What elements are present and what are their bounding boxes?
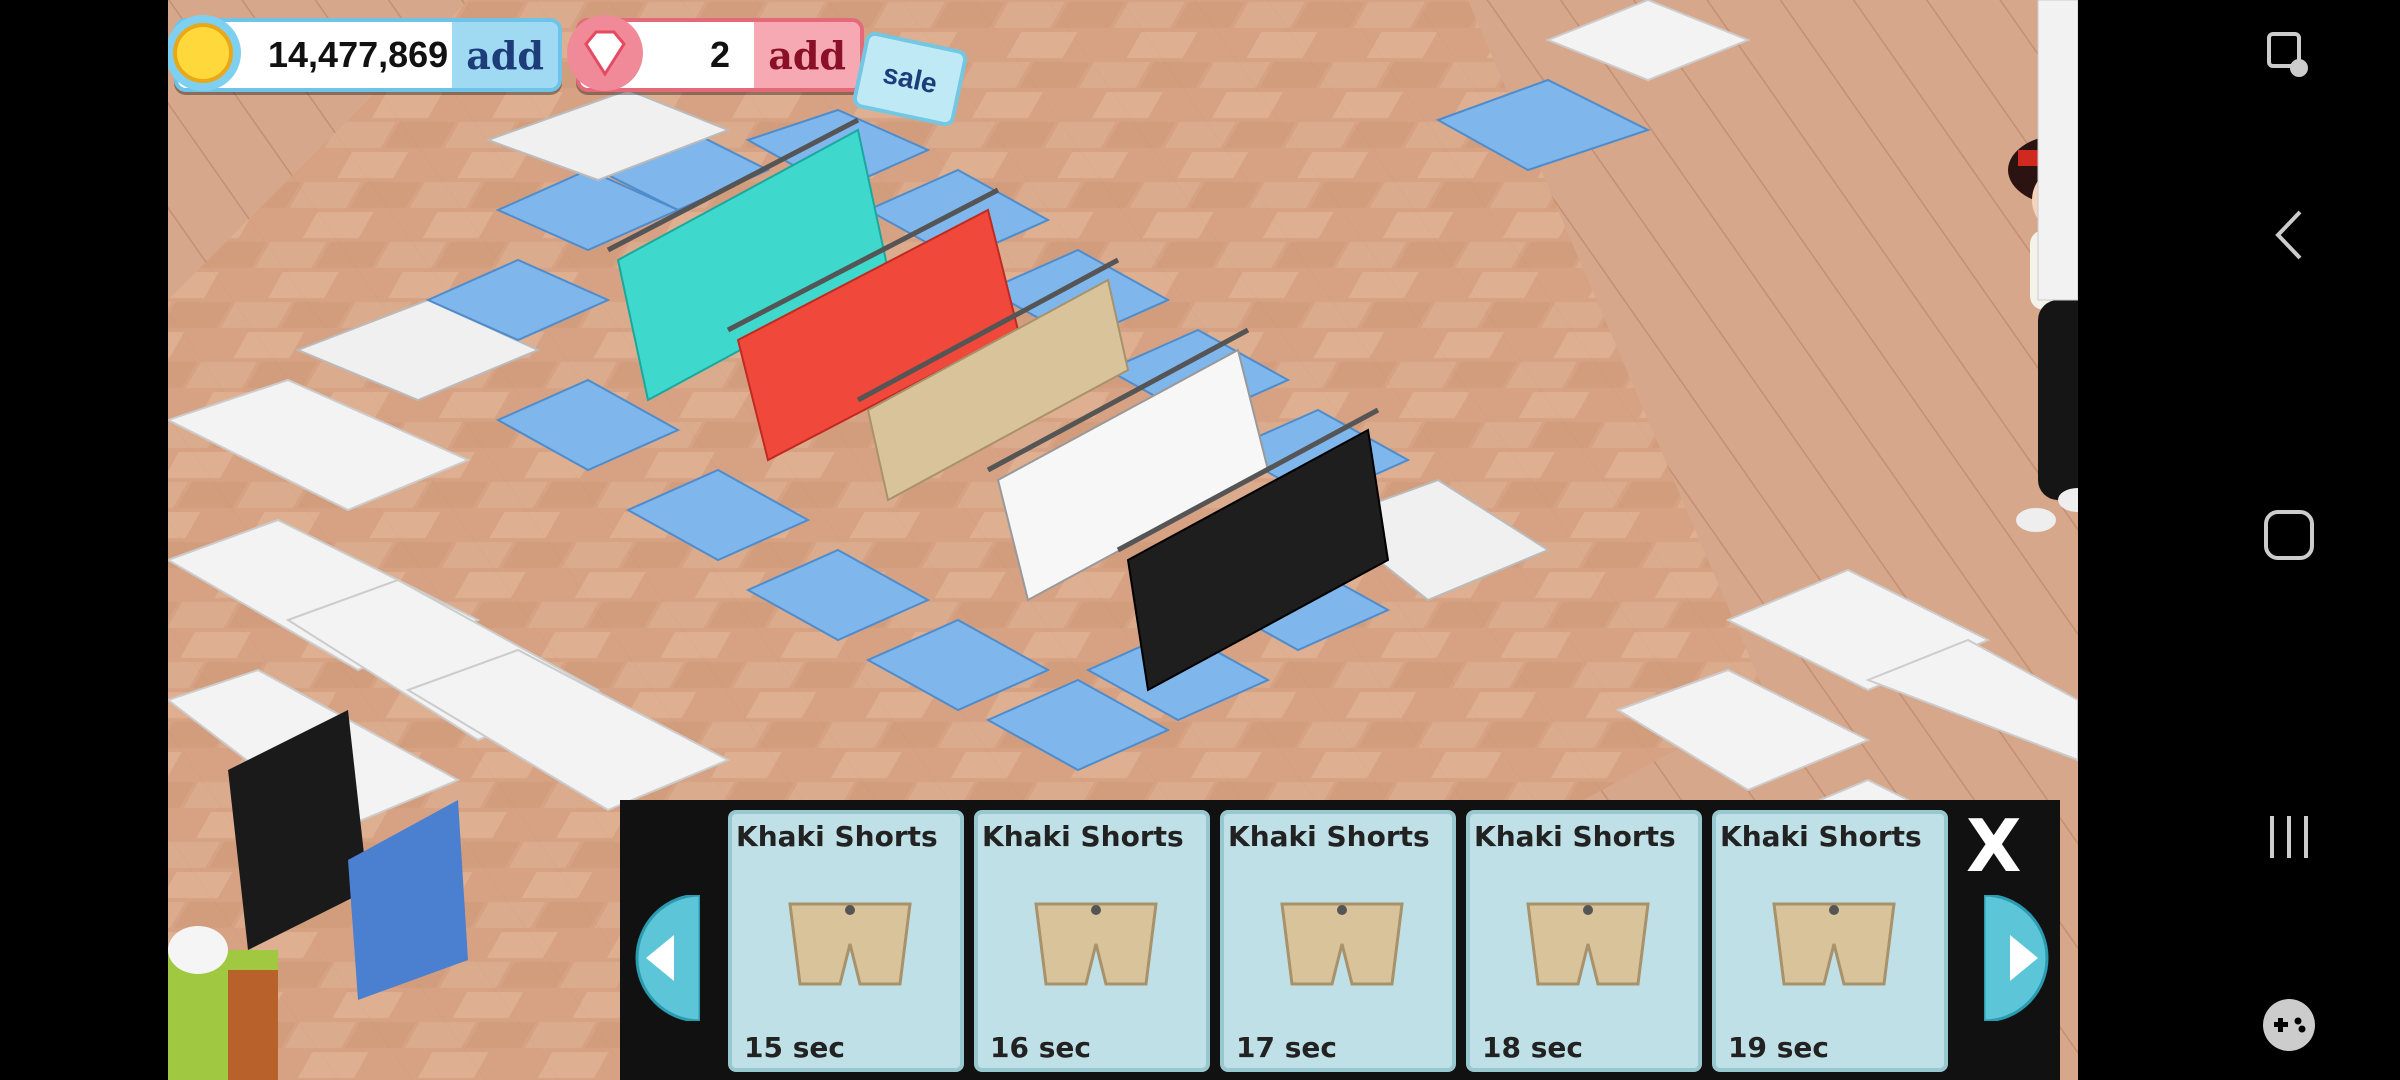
item-time: 19 sec [1728,1031,1829,1064]
item-time: 17 sec [1236,1031,1337,1064]
item-card[interactable]: Khaki Shorts 17 sec [1220,810,1456,1072]
item-name: Khaki Shorts [736,820,938,853]
item-time: 16 sec [990,1031,1091,1064]
item-time: 15 sec [744,1031,845,1064]
shorts-icon [1526,902,1650,986]
crafting-panel: Khaki Shorts 15 sec Khaki Shorts 16 sec … [620,800,2060,1080]
gem-icon [567,15,643,91]
game-controller-icon[interactable] [2260,996,2318,1054]
item-name: Khaki Shorts [1228,820,1430,853]
coin-icon [168,15,241,91]
shorts-icon [788,902,912,986]
add-gems-button[interactable]: add [754,22,860,88]
gem-amount: 2 [710,34,731,75]
shoe-display-shelf[interactable] [2037,0,2078,301]
recents-icon[interactable] [2264,812,2314,862]
shorts-icon [1772,902,1896,986]
item-name: Khaki Shorts [1720,820,1922,853]
game-viewport[interactable]: 14,477,869 add 2 add sale Khaki Shorts 1… [168,0,2078,1080]
left-arrow-icon[interactable] [624,895,700,1021]
system-nav-bar [2178,0,2400,1080]
item-name: Khaki Shorts [1474,820,1676,853]
shorts-icon [1034,902,1158,986]
right-arrow-icon[interactable] [1984,895,2060,1021]
item-card[interactable]: Khaki Shorts 16 sec [974,810,1210,1072]
item-time: 18 sec [1482,1031,1583,1064]
gem-counter: 2 add [567,15,864,92]
shorts-icon [1280,902,1404,986]
item-card[interactable]: Khaki Shorts 18 sec [1466,810,1702,1072]
item-card[interactable]: Khaki Shorts 19 sec [1712,810,1948,1072]
sale-tag-label: sale [880,57,940,100]
back-icon[interactable] [2274,208,2304,262]
screenshot-icon[interactable] [2265,30,2313,82]
coin-counter: 14,477,869 add [168,15,562,92]
coin-amount: 14,477,869 [268,34,449,75]
close-icon[interactable]: X [1966,810,2022,882]
add-coins-button[interactable]: add [452,22,558,88]
item-name: Khaki Shorts [982,820,1184,853]
home-icon[interactable] [2262,508,2316,562]
item-card[interactable]: Khaki Shorts 15 sec [728,810,964,1072]
